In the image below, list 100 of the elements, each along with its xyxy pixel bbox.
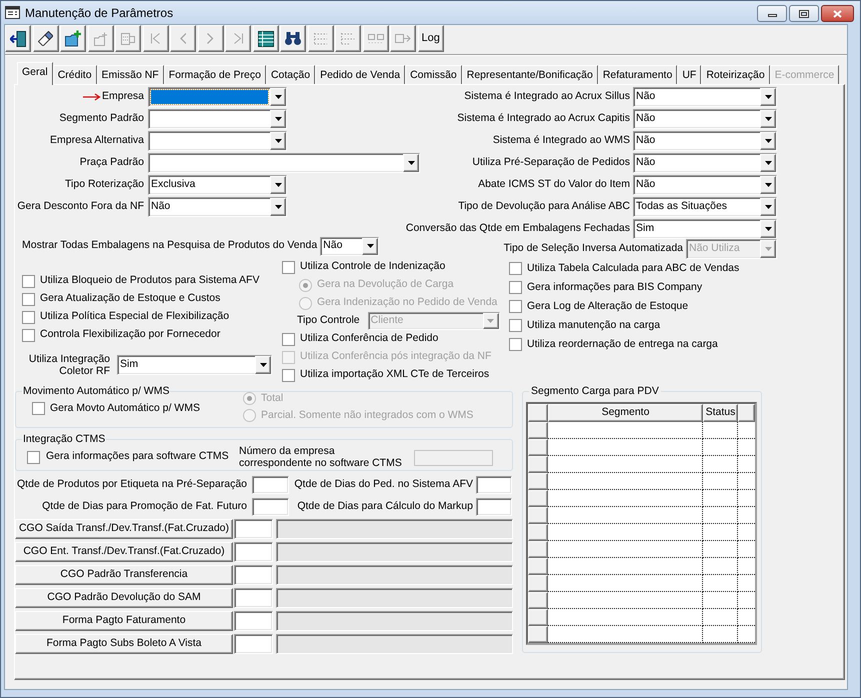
checkbox[interactable] bbox=[22, 274, 35, 288]
tab[interactable]: Cotação bbox=[266, 65, 316, 84]
checkbox-label: Controla Flexibilização por Fornecedor bbox=[40, 327, 220, 342]
log-button[interactable]: Log bbox=[418, 25, 444, 52]
caret-left-icon bbox=[180, 33, 186, 44]
input-field[interactable] bbox=[476, 476, 512, 494]
eraser-icon bbox=[38, 30, 54, 46]
dropdown[interactable]: Não bbox=[633, 109, 777, 129]
dropdown[interactable] bbox=[148, 153, 420, 173]
row-header-cell[interactable] bbox=[528, 609, 548, 626]
column-header[interactable]: Status bbox=[703, 404, 738, 422]
dropdown[interactable]: Todas as Situações bbox=[633, 197, 777, 217]
field-label: Qtde de Dias para Promoção de Fat. Futuro bbox=[41, 499, 247, 514]
checkbox[interactable] bbox=[509, 338, 522, 351]
lookup-button[interactable]: Forma Pagto Faturamento bbox=[15, 611, 233, 631]
code-field[interactable] bbox=[234, 634, 273, 654]
field-label: Tipo Roterização bbox=[65, 177, 144, 192]
table-cell bbox=[738, 592, 755, 609]
dropdown[interactable]: Sim bbox=[117, 355, 272, 375]
tab[interactable]: Roteirização bbox=[701, 65, 770, 84]
checkbox[interactable] bbox=[509, 262, 522, 275]
input-field[interactable] bbox=[252, 498, 289, 516]
dropdown[interactable]: Não bbox=[633, 153, 777, 173]
maximize-button[interactable] bbox=[789, 5, 819, 22]
field-label: Segmento Padrão bbox=[59, 111, 144, 126]
row-header-cell[interactable] bbox=[528, 524, 548, 541]
dropdown[interactable]: Exclusiva bbox=[148, 175, 287, 195]
lookup-button[interactable]: Forma Pagto Subs Boleto A Vista bbox=[15, 634, 233, 654]
toolbar-button[interactable] bbox=[60, 25, 86, 52]
field-label: Tipo Controle bbox=[296, 313, 360, 328]
dashed-lines-icon bbox=[314, 32, 328, 44]
dropdown[interactable] bbox=[148, 131, 287, 151]
minimize-button[interactable] bbox=[757, 5, 787, 22]
toolbar-button[interactable] bbox=[252, 25, 278, 52]
field-label: Utiliza Pré-Separação de Pedidos bbox=[472, 155, 630, 170]
code-field[interactable] bbox=[234, 611, 273, 631]
field-label: Tipo de Seleção Inversa Automatizada bbox=[504, 241, 683, 256]
tab[interactable]: Geral bbox=[17, 62, 53, 85]
close-button[interactable] bbox=[821, 5, 854, 22]
row-header-cell[interactable] bbox=[528, 626, 548, 643]
checkbox[interactable] bbox=[22, 310, 35, 324]
dropdown[interactable]: Não bbox=[320, 236, 380, 256]
tab[interactable]: Refaturamento bbox=[598, 65, 678, 84]
checkbox[interactable] bbox=[22, 328, 35, 342]
tab[interactable]: Representante/Bonificação bbox=[462, 65, 598, 84]
dropdown[interactable]: Sim bbox=[633, 219, 777, 239]
dropdown[interactable]: Não bbox=[633, 87, 777, 107]
table-cell bbox=[703, 422, 738, 439]
tab[interactable]: Crédito bbox=[52, 65, 97, 84]
tab[interactable]: UF bbox=[677, 65, 702, 84]
dropdown[interactable]: Não bbox=[148, 197, 287, 217]
lookup-button[interactable]: CGO Padrão Transferencia bbox=[15, 565, 233, 585]
tab[interactable]: Formação de Preço bbox=[164, 65, 266, 84]
radio-label: Gera Indenização no Pedido de Venda bbox=[317, 295, 498, 310]
tab[interactable]: Emissão NF bbox=[96, 65, 164, 84]
code-field[interactable] bbox=[234, 565, 273, 585]
row-header-cell[interactable] bbox=[528, 541, 548, 558]
table-cell bbox=[738, 609, 755, 626]
dropdown[interactable] bbox=[148, 109, 287, 129]
row-header-cell[interactable] bbox=[528, 592, 548, 609]
skip-forward-icon bbox=[234, 33, 242, 44]
checkbox-label: Utiliza manutenção na carga bbox=[527, 318, 660, 333]
input-field[interactable] bbox=[252, 476, 289, 494]
close-icon bbox=[833, 10, 842, 18]
binoculars-icon bbox=[285, 32, 301, 45]
row-header-cell[interactable] bbox=[528, 558, 548, 575]
toolbar-button[interactable] bbox=[280, 25, 306, 52]
input-field[interactable] bbox=[476, 498, 512, 516]
checkbox[interactable] bbox=[509, 319, 522, 332]
dropdown[interactable]: Não bbox=[633, 175, 777, 195]
dropdown[interactable]: Não bbox=[633, 131, 777, 151]
column-header[interactable]: Segmento bbox=[548, 404, 703, 422]
row-header-cell[interactable] bbox=[528, 473, 548, 490]
dropdown[interactable] bbox=[148, 87, 287, 107]
tab[interactable]: Pedido de Venda bbox=[315, 65, 406, 84]
lookup-button[interactable]: CGO Ent. Transf./Dev.Transf.(Fat.Cruzado) bbox=[15, 542, 233, 562]
checkbox[interactable] bbox=[282, 332, 295, 346]
checkbox[interactable] bbox=[509, 300, 522, 313]
row-header-cell[interactable] bbox=[528, 422, 548, 439]
lookup-button[interactable]: CGO Saída Transf./Dev.Transf.(Fat.Cruzado) bbox=[15, 519, 233, 539]
checkbox[interactable] bbox=[22, 292, 35, 306]
tab[interactable]: Comissão bbox=[405, 65, 462, 84]
row-header-cell[interactable] bbox=[528, 490, 548, 507]
code-field[interactable] bbox=[234, 519, 273, 539]
checkbox[interactable] bbox=[27, 450, 40, 464]
checkbox[interactable] bbox=[282, 260, 295, 274]
checkbox-label: Gera informações para BIS Company bbox=[527, 280, 702, 295]
code-field[interactable] bbox=[234, 588, 273, 608]
caret-right-icon bbox=[207, 33, 214, 44]
checkbox[interactable] bbox=[282, 368, 295, 382]
row-header-cell[interactable] bbox=[528, 439, 548, 456]
checkbox[interactable] bbox=[32, 402, 45, 416]
toolbar-button[interactable] bbox=[5, 25, 31, 52]
toolbar-button[interactable] bbox=[32, 25, 58, 52]
row-header-cell[interactable] bbox=[528, 456, 548, 473]
row-header-cell[interactable] bbox=[528, 507, 548, 524]
checkbox[interactable] bbox=[509, 281, 522, 294]
row-header-cell[interactable] bbox=[528, 575, 548, 592]
code-field[interactable] bbox=[234, 542, 273, 562]
lookup-button[interactable]: CGO Padrão Devolução do SAM bbox=[15, 588, 233, 608]
